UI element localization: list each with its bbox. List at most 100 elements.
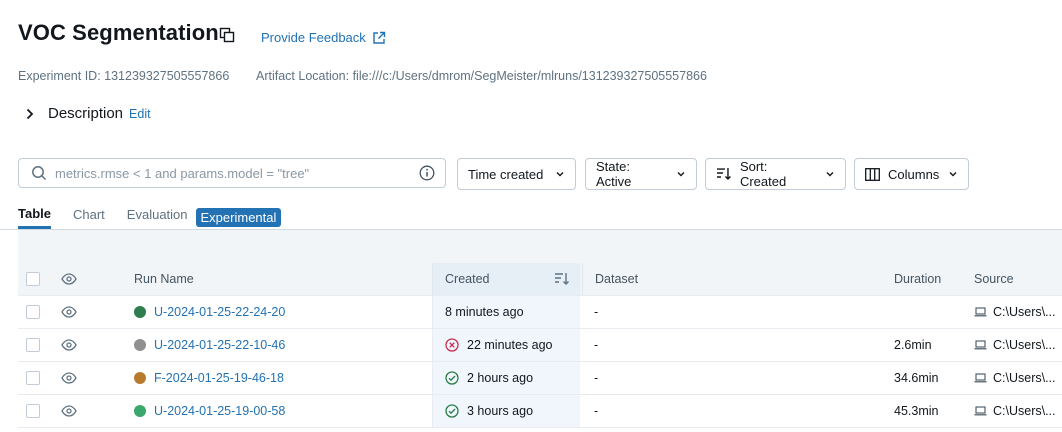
laptop-icon xyxy=(974,406,987,416)
created-value: 22 minutes ago xyxy=(467,338,553,352)
table-row: U-2024-01-25-22-10-46 22 minutes ago - 2.6m… xyxy=(18,329,1062,362)
laptop-icon xyxy=(974,340,987,350)
row-checkbox[interactable] xyxy=(26,338,40,352)
artifact-location: Artifact Location: file:///c:/Users/dmro… xyxy=(256,69,707,83)
sort-dropdown[interactable]: Sort: Created xyxy=(705,158,846,190)
provide-feedback-link[interactable]: Provide Feedback xyxy=(261,30,386,45)
experiment-id: Experiment ID: 131239327505557866 xyxy=(18,69,230,83)
select-all-checkbox[interactable] xyxy=(26,272,40,286)
header-created-label: Created xyxy=(445,272,490,286)
run-color-dot xyxy=(134,339,146,351)
header-source[interactable]: Source xyxy=(974,263,1014,295)
header-created[interactable]: Created xyxy=(432,263,580,295)
external-link-icon xyxy=(373,31,385,44)
eye-icon[interactable] xyxy=(61,339,77,351)
tab-chart[interactable]: Chart xyxy=(73,207,105,228)
search-icon xyxy=(32,166,47,181)
run-color-dot xyxy=(134,372,146,384)
row-select-cell xyxy=(26,362,40,394)
sort-desc-icon[interactable] xyxy=(554,272,570,286)
table-row: U-2024-01-25-22-24-20 8 minutes ago - C:\Us… xyxy=(18,296,1062,329)
run-name-cell: U-2024-01-25-22-24-20 xyxy=(134,296,285,328)
source-cell[interactable]: C:\Users\... xyxy=(974,362,1056,394)
header-duration[interactable]: Duration xyxy=(894,263,941,295)
row-checkbox[interactable] xyxy=(26,305,40,319)
eye-icon[interactable] xyxy=(61,273,77,285)
created-value: 3 hours ago xyxy=(467,404,534,418)
view-tabs: Table Chart Evaluation Experimental xyxy=(18,206,282,229)
laptop-icon xyxy=(974,373,987,383)
duration-cell: 2.6min xyxy=(894,338,932,352)
run-color-dot xyxy=(134,306,146,318)
search-box xyxy=(18,158,446,188)
run-color-dot xyxy=(134,405,146,417)
run-name-cell: U-2024-01-25-22-10-46 xyxy=(134,329,285,361)
chevron-down-icon xyxy=(556,172,564,177)
laptop-icon xyxy=(974,307,987,317)
run-name-link[interactable]: F-2024-01-25-19-46-18 xyxy=(154,371,284,385)
row-select-cell xyxy=(26,395,40,427)
page-title: VOC Segmentation xyxy=(18,20,219,45)
chevron-down-icon xyxy=(826,172,834,177)
columns-icon xyxy=(865,167,880,181)
source-cell[interactable]: C:\Users\... xyxy=(974,296,1056,328)
source-cell[interactable]: C:\Users\... xyxy=(974,395,1056,427)
run-name-cell: U-2024-01-25-19-00-58 xyxy=(134,395,285,427)
table-row: U-2024-01-25-19-00-58 3 hours ago - 45.3min… xyxy=(18,395,1062,428)
created-value: 8 minutes ago xyxy=(445,305,524,319)
dataset-cell: - xyxy=(594,338,599,352)
provide-feedback-label: Provide Feedback xyxy=(261,30,366,45)
search-input[interactable] xyxy=(55,165,419,181)
row-visibility-cell xyxy=(61,362,77,394)
description-section: Description Edit xyxy=(22,105,151,122)
source-cell[interactable]: C:\Users\... xyxy=(974,329,1056,361)
time-created-label: Time created xyxy=(468,166,544,182)
source-value: C:\Users\... xyxy=(993,371,1056,385)
state-dropdown[interactable]: State: Active xyxy=(585,158,697,190)
run-name-link[interactable]: U-2024-01-25-22-24-20 xyxy=(154,305,285,319)
columns-dropdown[interactable]: Columns xyxy=(854,158,969,190)
row-checkbox[interactable] xyxy=(26,404,40,418)
row-visibility-cell xyxy=(61,395,77,427)
eye-icon[interactable] xyxy=(61,405,77,417)
row-visibility-cell xyxy=(61,329,77,361)
chevron-right-icon[interactable] xyxy=(22,106,38,122)
chevron-down-icon xyxy=(677,172,685,177)
created-cell: 22 minutes ago xyxy=(432,329,580,361)
created-cell: 8 minutes ago xyxy=(432,296,580,328)
run-name-link[interactable]: U-2024-01-25-22-10-46 xyxy=(154,338,285,352)
header-dataset[interactable]: Dataset xyxy=(582,263,638,295)
sort-icon xyxy=(716,168,731,180)
row-visibility-cell xyxy=(61,296,77,328)
dataset-cell: - xyxy=(594,371,599,385)
created-value: 2 hours ago xyxy=(467,371,534,385)
source-value: C:\Users\... xyxy=(993,305,1056,319)
experimental-badge[interactable]: Experimental xyxy=(195,208,282,227)
time-created-dropdown[interactable]: Time created xyxy=(457,158,576,190)
eye-icon[interactable] xyxy=(61,372,77,384)
select-all-cell xyxy=(26,263,40,295)
row-select-cell xyxy=(26,296,40,328)
tab-table[interactable]: Table xyxy=(18,206,51,229)
dataset-cell: - xyxy=(594,404,599,418)
eye-icon[interactable] xyxy=(61,306,77,318)
table-header-row: Run Name Created Dataset Duration Source xyxy=(18,263,1062,296)
row-checkbox[interactable] xyxy=(26,371,40,385)
finished-status-icon xyxy=(445,371,459,385)
run-name-link[interactable]: U-2024-01-25-19-00-58 xyxy=(154,404,285,418)
source-value: C:\Users\... xyxy=(993,404,1056,418)
header-run-name[interactable]: Run Name xyxy=(134,263,194,295)
info-icon[interactable] xyxy=(419,165,435,181)
table-row: F-2024-01-25-19-46-18 2 hours ago - 34.6min… xyxy=(18,362,1062,395)
columns-label: Columns xyxy=(888,166,940,182)
description-edit-link[interactable]: Edit xyxy=(129,107,151,121)
runs-table: Run Name Created Dataset Duration Source… xyxy=(18,263,1062,428)
visibility-header xyxy=(61,263,77,295)
created-cell: 2 hours ago xyxy=(432,362,580,394)
created-cell: 3 hours ago xyxy=(432,395,580,427)
tab-evaluation[interactable]: Evaluation xyxy=(127,207,188,228)
chevron-down-icon xyxy=(949,172,957,177)
duration-cell: 34.6min xyxy=(894,371,939,385)
failed-status-icon xyxy=(445,338,459,352)
copy-icon[interactable] xyxy=(219,27,235,43)
